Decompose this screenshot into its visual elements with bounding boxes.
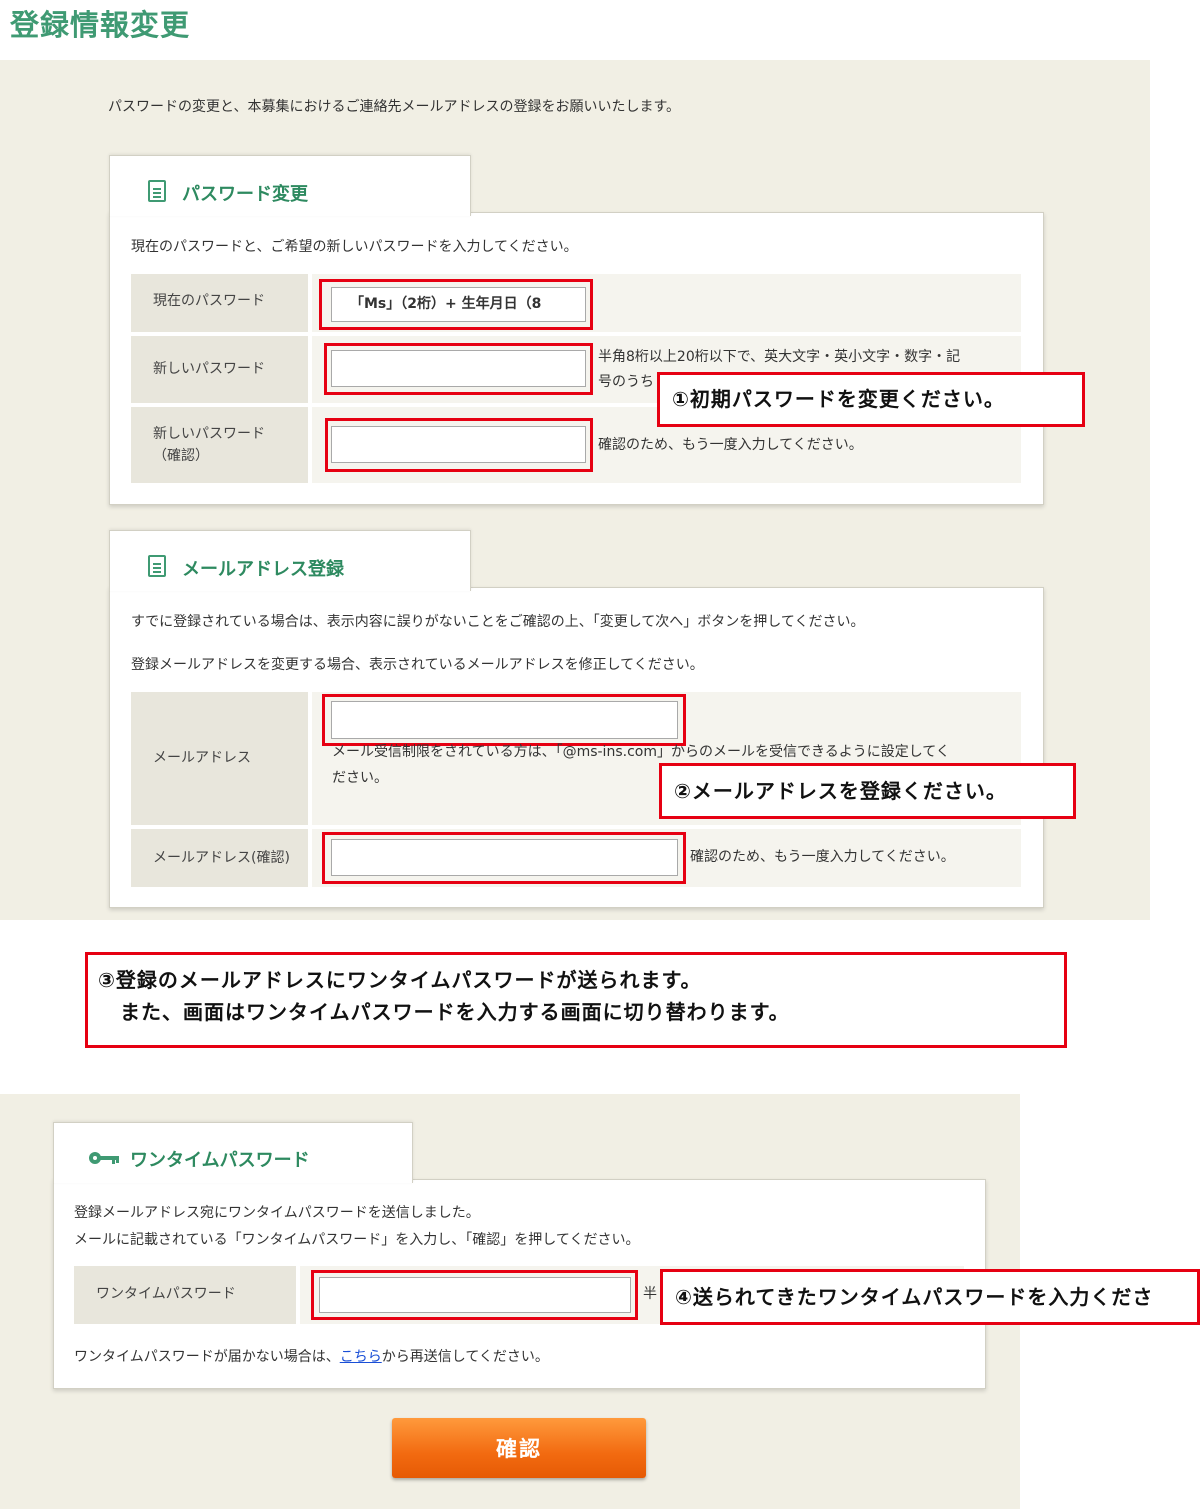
email-description-2: 登録メールアドレスを変更する場合、表示されているメールアドレスを修正してください…: [131, 657, 704, 673]
current-password-label: 現在のパスワード: [153, 293, 265, 309]
current-password-input[interactable]: 「Ms」（2桁）+ 生年月日（8: [331, 287, 586, 322]
document-icon: [148, 555, 166, 577]
confirm-button[interactable]: 確認: [392, 1418, 646, 1478]
otp-description-1: 登録メールアドレス宛にワンタイムパスワードを送信しました。: [74, 1205, 480, 1221]
email-section-title: メールアドレス登録: [182, 559, 344, 580]
otp-section-title: ワンタイムパスワード: [130, 1150, 310, 1171]
new-password-input[interactable]: [331, 350, 586, 387]
email-label: メールアドレス: [153, 750, 251, 766]
otp-note: 半: [643, 1286, 657, 1302]
resend-prefix: ワンタイムパスワードが届かない場合は、: [74, 1349, 340, 1365]
confirm-password-note: 確認のため、もう一度入力してください。: [598, 437, 863, 453]
annotation-box-email: [322, 694, 686, 746]
otp-label: ワンタイムパスワード: [96, 1286, 236, 1302]
email-note-2: ださい。: [332, 770, 388, 786]
callout-3-line-2: また、画面はワンタイムパスワードを入力する画面に切り替わります。: [120, 1000, 790, 1024]
callout-1: ①初期パスワードを変更ください。: [657, 372, 1085, 427]
password-description: 現在のパスワードと、ご希望の新しいパスワードを入力してください。: [131, 239, 578, 255]
document-icon: [148, 180, 166, 202]
email-confirm-input[interactable]: [331, 839, 678, 876]
callout-3-line-1: ③登録のメールアドレスにワンタイムパスワードが送られます。: [98, 968, 702, 992]
password-section-title: パスワード変更: [182, 184, 308, 205]
email-description-1: すでに登録されている場合は、表示内容に誤りがないことをご確認の上、「変更して次へ…: [131, 614, 865, 630]
new-password-note-2: 号のうち: [598, 374, 654, 390]
new-password-note: 半角8桁以上20桁以下で、英大文字・英小文字・数字・記: [598, 349, 961, 365]
page-title: 登録情報変更: [10, 8, 191, 42]
callout-2: ②メールアドレスを登録ください。: [659, 763, 1076, 819]
resend-text: ワンタイムパスワードが届かない場合は、こちらから再送信してください。: [74, 1346, 549, 1366]
otp-input[interactable]: [319, 1277, 631, 1313]
resend-link[interactable]: こちら: [340, 1349, 382, 1365]
intro-text: パスワードの変更と、本募集におけるご連絡先メールアドレスの登録をお願いいたします…: [108, 99, 681, 115]
email-confirm-note: 確認のため、もう一度入力してください。: [690, 849, 955, 865]
callout-3: ③登録のメールアドレスにワンタイムパスワードが送られます。 また、画面はワンタイ…: [85, 952, 1067, 1048]
resend-suffix: から再送信してください。: [381, 1349, 549, 1365]
new-password-label: 新しいパスワード: [153, 361, 265, 377]
confirm-password-label-2: （確認）: [153, 448, 209, 464]
email-note: メール受信制限をされている方は、「@ms-ins.com」からのメールを受信でき…: [332, 744, 950, 760]
email-confirm-label: メールアドレス(確認): [153, 850, 290, 866]
confirm-password-label: 新しいパスワード: [153, 426, 265, 442]
otp-description-2: メールに記載されている「ワンタイムパスワード」を入力し、「確認」を押してください…: [74, 1232, 640, 1248]
key-icon: [89, 1152, 119, 1164]
confirm-password-input[interactable]: [331, 426, 586, 463]
callout-4: ④送られてきたワンタイムパスワードを入力くださ: [660, 1269, 1200, 1325]
